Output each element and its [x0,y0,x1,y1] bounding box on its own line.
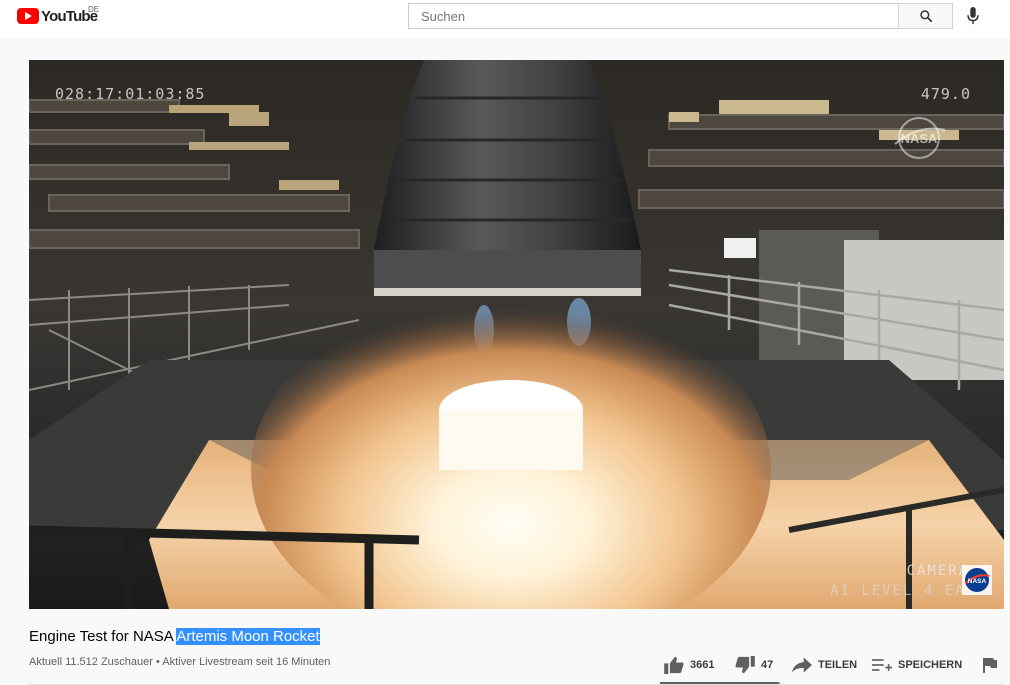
level-label: A1 LEVEL 4 EAS [829,583,976,599]
nasa-corner-logo: NASA [962,565,992,595]
share-label: TEILEN [818,659,858,671]
save-button[interactable]: SPEICHERN [872,650,962,680]
search-box[interactable] [408,3,899,29]
video-player[interactable]: 028:17:01:03:85 479.0 NASA CAMERA 4 A1 L… [29,60,1004,609]
search-input[interactable] [419,7,889,25]
nasa-corner-text: NASA [968,578,987,585]
search-button[interactable] [898,3,953,29]
nasa-watermark-text: NASA [901,131,938,146]
like-count: 3661 [690,659,715,671]
nasa-meatball-icon: NASA [965,568,990,592]
voice-search-button[interactable] [962,5,984,27]
thumbs-down-icon [735,656,755,674]
playlist-add-icon [872,659,892,671]
country-code: DE [88,5,100,14]
video-title-selected-text: Artemis Moon Rocket [176,628,320,645]
video-meta: Aktuell 11.512 Zuschauer • Aktiver Lives… [29,656,331,668]
video-frame-value: 479.0 [920,85,971,103]
thumbs-up-icon [664,656,684,674]
save-label: SPEICHERN [898,659,963,671]
share-button[interactable]: TEILEN [792,650,857,680]
video-frame [29,60,1004,609]
video-title-text: Engine Test for NASA [29,628,177,645]
like-button[interactable]: 3661 [664,650,714,680]
video-title: Engine Test for NASA Artemis Moon Rocket [29,628,320,645]
video-timecode: 028:17:01:03:85 [55,85,206,103]
dislike-button[interactable]: 47 [735,650,773,680]
report-button[interactable] [982,650,1004,680]
microphone-icon [967,7,979,25]
flag-icon [983,658,997,673]
masthead: YouTube DE [0,0,1010,38]
share-arrow-icon [792,657,812,673]
search-icon [919,10,932,23]
youtube-logo[interactable]: YouTube [17,7,98,25]
dislike-count: 47 [761,659,774,671]
nasa-watermark-icon: NASA [894,117,946,159]
youtube-play-icon [17,8,39,24]
